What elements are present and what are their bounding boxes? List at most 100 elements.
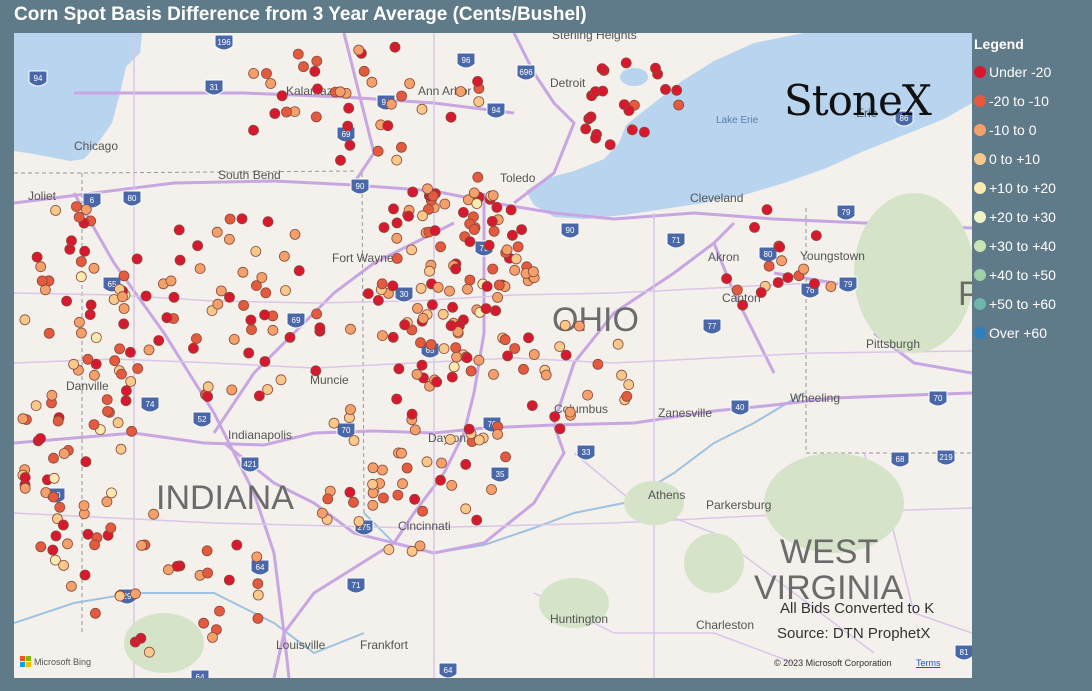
basis-point-marker[interactable] — [401, 462, 413, 474]
basis-point-marker[interactable] — [130, 588, 141, 600]
basis-point-marker[interactable] — [415, 337, 426, 349]
basis-point-marker[interactable] — [621, 390, 633, 402]
basis-point-marker[interactable] — [444, 285, 455, 297]
basis-point-marker[interactable] — [554, 341, 566, 353]
basis-point-marker[interactable] — [447, 301, 459, 313]
basis-point-marker[interactable] — [207, 632, 218, 643]
basis-point-marker[interactable] — [512, 241, 524, 253]
basis-point-marker[interactable] — [526, 400, 538, 412]
basis-point-marker[interactable] — [461, 352, 473, 364]
basis-point-marker[interactable] — [417, 210, 428, 222]
basis-point-marker[interactable] — [78, 500, 90, 512]
basis-point-marker[interactable] — [136, 540, 147, 551]
basis-point-marker[interactable] — [639, 126, 650, 138]
basis-point-marker[interactable] — [391, 232, 403, 244]
basis-point-marker[interactable] — [251, 551, 263, 563]
basis-point-marker[interactable] — [387, 331, 399, 343]
basis-point-marker[interactable] — [755, 287, 767, 298]
basis-point-marker[interactable] — [353, 516, 365, 527]
basis-point-marker[interactable] — [202, 567, 214, 579]
basis-point-marker[interactable] — [262, 216, 274, 228]
basis-point-marker[interactable] — [168, 291, 180, 303]
basis-point-marker[interactable] — [409, 493, 421, 505]
basis-point-marker[interactable] — [473, 434, 485, 446]
basis-point-marker[interactable] — [376, 464, 388, 476]
basis-point-marker[interactable] — [342, 120, 354, 132]
basis-point-marker[interactable] — [54, 501, 66, 513]
basis-point-marker[interactable] — [228, 333, 240, 345]
basis-point-marker[interactable] — [432, 281, 444, 293]
basis-point-marker[interactable] — [422, 183, 433, 195]
basis-point-marker[interactable] — [810, 230, 822, 242]
basis-point-marker[interactable] — [417, 505, 429, 517]
basis-point-marker[interactable] — [224, 291, 235, 303]
basis-point-marker[interactable] — [391, 252, 403, 264]
basis-point-marker[interactable] — [131, 253, 143, 265]
basis-point-marker[interactable] — [457, 206, 469, 218]
basis-point-marker[interactable] — [448, 361, 460, 373]
basis-point-marker[interactable] — [424, 265, 435, 277]
basis-point-marker[interactable] — [446, 479, 458, 491]
basis-point-marker[interactable] — [19, 472, 31, 483]
basis-point-marker[interactable] — [245, 314, 257, 326]
basis-point-marker[interactable] — [493, 279, 505, 291]
basis-point-marker[interactable] — [471, 198, 483, 209]
basis-point-marker[interactable] — [487, 190, 499, 201]
basis-point-marker[interactable] — [334, 86, 346, 98]
basis-point-marker[interactable] — [89, 369, 100, 381]
basis-point-marker[interactable] — [292, 48, 304, 60]
basis-point-marker[interactable] — [597, 85, 609, 97]
basis-point-marker[interactable] — [385, 98, 397, 110]
basis-point-marker[interactable] — [737, 299, 748, 311]
basis-point-marker[interactable] — [212, 298, 224, 310]
basis-point-marker[interactable] — [106, 487, 117, 499]
basis-point-marker[interactable] — [500, 451, 512, 463]
basis-point-marker[interactable] — [438, 343, 450, 355]
basis-point-marker[interactable] — [450, 342, 462, 354]
basis-point-marker[interactable] — [250, 245, 262, 257]
basis-point-marker[interactable] — [403, 210, 414, 222]
basis-point-marker[interactable] — [506, 229, 518, 241]
basis-point-marker[interactable] — [358, 65, 370, 77]
basis-point-marker[interactable] — [90, 607, 101, 619]
basis-point-marker[interactable] — [393, 363, 405, 375]
basis-point-marker[interactable] — [125, 376, 137, 387]
basis-point-marker[interactable] — [226, 384, 238, 396]
basis-point-marker[interactable] — [372, 294, 384, 306]
basis-point-marker[interactable] — [590, 132, 601, 144]
basis-point-marker[interactable] — [35, 261, 47, 273]
basis-point-marker[interactable] — [52, 415, 64, 427]
basis-point-marker[interactable] — [483, 239, 495, 251]
basis-point-marker[interactable] — [343, 102, 355, 114]
basis-point-marker[interactable] — [782, 272, 794, 284]
basis-point-marker[interactable] — [328, 417, 340, 429]
basis-point-marker[interactable] — [435, 474, 446, 486]
basis-point-marker[interactable] — [236, 213, 248, 225]
basis-point-marker[interactable] — [464, 236, 476, 248]
basis-point-marker[interactable] — [79, 245, 91, 257]
basis-point-marker[interactable] — [39, 284, 51, 296]
basis-point-marker[interactable] — [406, 545, 418, 557]
basis-point-marker[interactable] — [367, 462, 379, 474]
basis-point-marker[interactable] — [148, 508, 160, 520]
basis-point-marker[interactable] — [383, 544, 395, 555]
basis-point-marker[interactable] — [265, 78, 277, 89]
map-canvas[interactable]: INDIANA OHIO WEST VIRGINIA P Chicago Jol… — [14, 33, 972, 678]
basis-point-marker[interactable] — [256, 272, 268, 283]
basis-point-marker[interactable] — [202, 381, 214, 393]
basis-point-marker[interactable] — [174, 254, 186, 266]
basis-point-marker[interactable] — [344, 139, 356, 151]
basis-point-marker[interactable] — [75, 271, 87, 283]
basis-point-marker[interactable] — [492, 291, 504, 303]
basis-point-marker[interactable] — [421, 456, 433, 468]
basis-point-marker[interactable] — [58, 560, 69, 571]
basis-point-marker[interactable] — [549, 411, 561, 423]
basis-point-marker[interactable] — [126, 425, 137, 437]
basis-point-marker[interactable] — [509, 264, 521, 276]
basis-point-marker[interactable] — [262, 384, 274, 395]
basis-point-marker[interactable] — [89, 539, 100, 551]
basis-point-marker[interactable] — [376, 330, 388, 342]
basis-point-marker[interactable] — [66, 580, 77, 592]
basis-point-marker[interactable] — [505, 204, 517, 216]
basis-point-marker[interactable] — [345, 404, 356, 415]
